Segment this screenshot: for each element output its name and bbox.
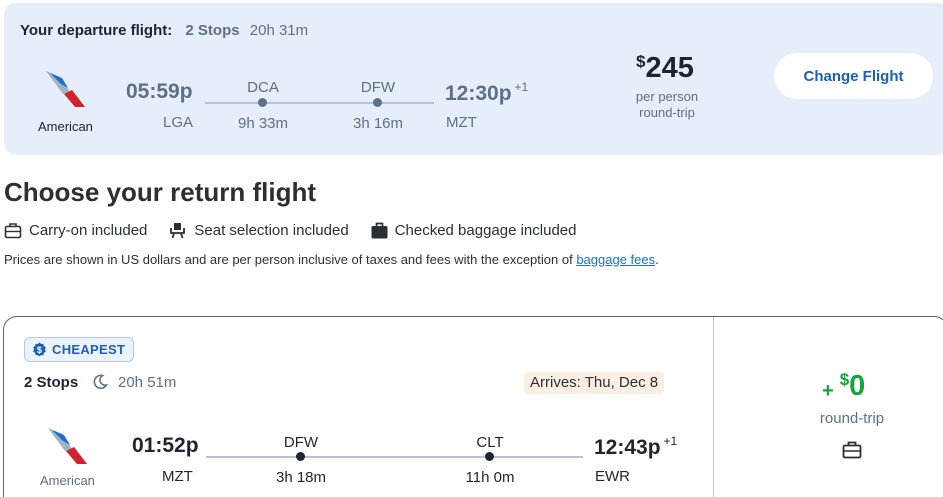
- arrival-date-badge: Arrives: Thu, Dec 8: [524, 372, 665, 394]
- result-airline-name: American: [40, 473, 95, 488]
- departure-price: $245: [636, 52, 694, 84]
- disclaimer-end: .: [655, 252, 659, 267]
- moon-icon: [93, 374, 108, 390]
- american-airlines-logo-icon: [48, 428, 87, 464]
- price-difference: +$0: [822, 370, 866, 402]
- departure-day-offset: +1: [514, 80, 529, 94]
- departure-airline-name: American: [38, 119, 93, 134]
- result-stop-dot-2: [485, 452, 494, 461]
- result-layover-1: 3h 18m: [275, 469, 327, 486]
- departure-stop-dot-2: [373, 98, 382, 107]
- amenity-checked-bag-label: Checked baggage included: [394, 221, 577, 239]
- departure-header: Your departure flight: 2 Stops 20h 31m: [20, 22, 308, 39]
- result-origin-code: MZT: [162, 468, 193, 485]
- amenity-carry-on: Carry-on included: [4, 222, 147, 239]
- result-route-line: [206, 456, 583, 458]
- amenity-seat-label: Seat selection included: [194, 221, 349, 239]
- baggage-fees-link[interactable]: baggage fees: [576, 252, 655, 267]
- result-card-divider: [713, 317, 714, 497]
- result-stops: 2 Stops: [24, 374, 79, 391]
- change-flight-button[interactable]: Change Flight: [774, 53, 933, 99]
- checked-bag-icon: [371, 222, 388, 238]
- departure-stop-code-2: DFW: [360, 79, 396, 96]
- departure-destination-code: MZT: [446, 114, 477, 131]
- departure-route-line: [205, 102, 434, 104]
- departure-label: Your departure flight:: [20, 22, 173, 39]
- departure-layover-1: 9h 33m: [237, 115, 289, 132]
- amenity-seat: Seat selection included: [169, 221, 349, 239]
- price-note-round-trip: round-trip: [639, 105, 695, 120]
- badge-label: CHEAPEST: [52, 342, 126, 357]
- result-arrive-time: 12:43p +1: [594, 434, 678, 459]
- departure-depart-time: 05:59p: [126, 80, 193, 103]
- departure-stop-dot-1: [258, 98, 267, 107]
- seat-icon: [170, 223, 186, 239]
- cheapest-badge: $ CHEAPEST: [24, 337, 135, 362]
- svg-text:$: $: [37, 345, 42, 355]
- price-note-per-person: per person: [635, 89, 699, 104]
- carry-on-icon: [4, 222, 22, 238]
- amenity-carry-on-label: Carry-on included: [29, 221, 148, 239]
- price-disclaimer: Prices are shown in US dollars and are p…: [4, 252, 659, 267]
- disclaimer-text: Prices are shown in US dollars and are p…: [4, 252, 577, 267]
- departure-stops: 2 Stops: [185, 22, 240, 39]
- included-bag-icon: [842, 441, 862, 459]
- amenities-row: Carry-on included Seat selection include…: [4, 221, 598, 239]
- result-day-offset: +1: [663, 434, 678, 448]
- result-destination-code: EWR: [595, 468, 630, 485]
- result-stop-code-1: DFW: [283, 434, 319, 451]
- dollar-badge-icon: $: [33, 342, 46, 357]
- result-depart-time: 01:52p: [132, 434, 199, 457]
- departure-origin-code: LGA: [163, 114, 194, 131]
- page-title: Choose your return flight: [4, 177, 316, 207]
- price-difference-note: round-trip: [819, 410, 885, 427]
- american-airlines-logo-icon: [46, 71, 85, 107]
- result-stop-dot-1: [296, 452, 305, 461]
- result-layover-2: 11h 0m: [465, 469, 515, 486]
- result-duration: 20h 51m: [118, 374, 177, 391]
- departure-duration: 20h 31m: [249, 22, 309, 39]
- departure-arrive-time: 12:30p +1: [445, 80, 529, 105]
- departure-stop-code-1: DCA: [247, 79, 279, 96]
- result-stop-code-2: CLT: [476, 434, 504, 451]
- amenity-checked-bag: Checked baggage included: [371, 221, 577, 239]
- departure-layover-2: 3h 16m: [352, 115, 404, 132]
